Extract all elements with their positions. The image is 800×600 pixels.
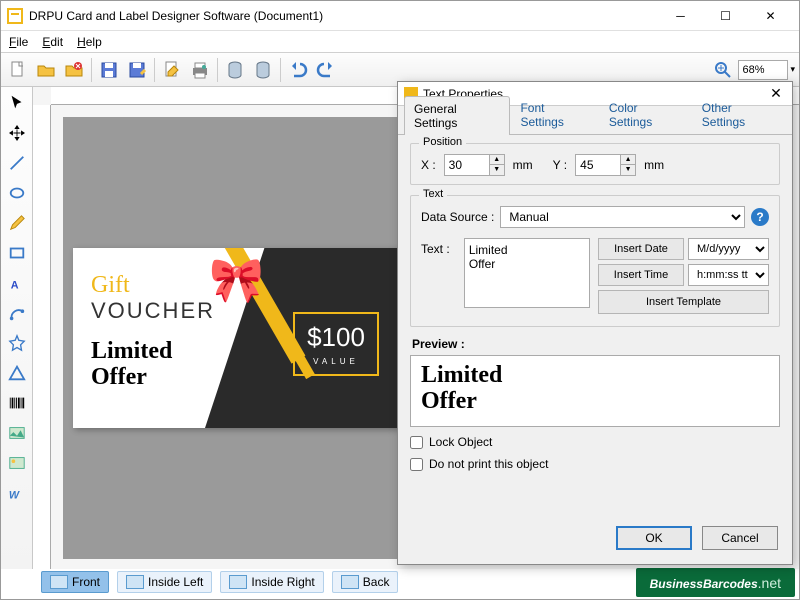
menu-help[interactable]: Help	[77, 35, 102, 49]
x-unit: mm	[513, 158, 533, 172]
new-button[interactable]	[5, 57, 31, 83]
noprint-label: Do not print this object	[429, 457, 548, 471]
library-tool[interactable]	[5, 451, 29, 475]
redo-button[interactable]	[313, 57, 339, 83]
tab-back[interactable]: Back	[332, 571, 399, 593]
watermark: BusinessBarcodes.net	[636, 568, 795, 597]
text-group-label: Text	[419, 188, 447, 200]
zoom-level-input[interactable]	[738, 60, 788, 80]
star-tool[interactable]	[5, 331, 29, 355]
card-canvas[interactable]: 🎀 Gift VOUCHER Limited Offer $100 VALUE	[73, 248, 403, 428]
time-format-select[interactable]: h:mm:ss tt	[688, 264, 769, 286]
y-label: Y :	[553, 158, 567, 172]
edit-button[interactable]	[159, 57, 185, 83]
wordart-tool[interactable]: W	[5, 481, 29, 505]
save-as-button[interactable]	[124, 57, 150, 83]
ellipse-tool[interactable]	[5, 181, 29, 205]
position-group-label: Position	[419, 136, 466, 148]
card-value-label: VALUE	[313, 357, 359, 366]
db-button-2[interactable]	[250, 57, 276, 83]
datasource-label: Data Source :	[421, 210, 494, 224]
lock-object-label: Lock Object	[429, 435, 492, 449]
text-tool[interactable]: A	[5, 271, 29, 295]
tab-font-settings[interactable]: Font Settings	[510, 95, 598, 134]
pointer-tool[interactable]	[5, 91, 29, 115]
tab-inside-left[interactable]: Inside Left	[117, 571, 212, 593]
text-label: Text :	[421, 238, 456, 314]
insert-template-button[interactable]: Insert Template	[598, 290, 769, 314]
tab-color-settings[interactable]: Color Settings	[599, 95, 692, 134]
date-format-select[interactable]: M/d/yyyy	[688, 238, 769, 260]
triangle-tool[interactable]	[5, 361, 29, 385]
preview-label: Preview :	[412, 337, 780, 351]
undo-button[interactable]	[285, 57, 311, 83]
svg-text:W: W	[8, 489, 19, 501]
save-button[interactable]	[96, 57, 122, 83]
preview-box: Limited Offer	[410, 355, 780, 427]
ruler-vertical	[33, 105, 51, 569]
help-icon[interactable]: ?	[751, 208, 769, 226]
db-button-1[interactable]	[222, 57, 248, 83]
line-tool[interactable]	[5, 151, 29, 175]
card-limited-text[interactable]: Limited Offer	[91, 338, 172, 391]
cancel-button[interactable]: Cancel	[702, 526, 778, 550]
minimize-button[interactable]: ─	[658, 2, 703, 30]
image-tool[interactable]	[5, 421, 29, 445]
noprint-checkbox[interactable]	[410, 458, 423, 471]
rect-tool[interactable]	[5, 241, 29, 265]
zoom-dropdown-icon[interactable]: ▾	[790, 64, 795, 75]
maximize-button[interactable]: ☐	[703, 2, 748, 30]
open-button[interactable]	[33, 57, 59, 83]
svg-text:A: A	[10, 279, 18, 291]
tab-front[interactable]: Front	[41, 571, 109, 593]
lock-object-checkbox[interactable]	[410, 436, 423, 449]
card-voucher-text: VOUCHER	[91, 298, 215, 324]
close-doc-button[interactable]	[61, 57, 87, 83]
bow-icon: 🎀	[209, 254, 264, 306]
insert-time-button[interactable]: Insert Time	[598, 264, 684, 286]
card-gift-text: Gift	[91, 272, 130, 299]
tab-other-settings[interactable]: Other Settings	[692, 95, 786, 134]
barcode-tool[interactable]	[5, 391, 29, 415]
pencil-tool[interactable]	[5, 211, 29, 235]
zoom-in-icon[interactable]	[710, 57, 736, 83]
arc-tool[interactable]	[5, 301, 29, 325]
datasource-select[interactable]: Manual	[500, 206, 745, 228]
window-title: DRPU Card and Label Designer Software (D…	[29, 9, 658, 23]
text-properties-dialog: Text Properties ✕ General Settings Font …	[397, 81, 793, 565]
app-icon	[7, 8, 23, 24]
y-unit: mm	[644, 158, 664, 172]
menu-file[interactable]: File	[9, 35, 28, 49]
move-tool[interactable]	[5, 121, 29, 145]
x-spinner[interactable]: ▲▼	[444, 154, 505, 176]
text-input[interactable]: Limited Offer	[464, 238, 590, 308]
card-price: $100	[307, 322, 365, 353]
x-label: X :	[421, 158, 436, 172]
menu-edit[interactable]: Edit	[42, 35, 63, 49]
tab-inside-right[interactable]: Inside Right	[220, 571, 323, 593]
insert-date-button[interactable]: Insert Date	[598, 238, 684, 260]
tab-general-settings[interactable]: General Settings	[404, 96, 510, 135]
print-button[interactable]	[187, 57, 213, 83]
y-spinner[interactable]: ▲▼	[575, 154, 636, 176]
ok-button[interactable]: OK	[616, 526, 692, 550]
close-button[interactable]: ✕	[748, 2, 793, 30]
